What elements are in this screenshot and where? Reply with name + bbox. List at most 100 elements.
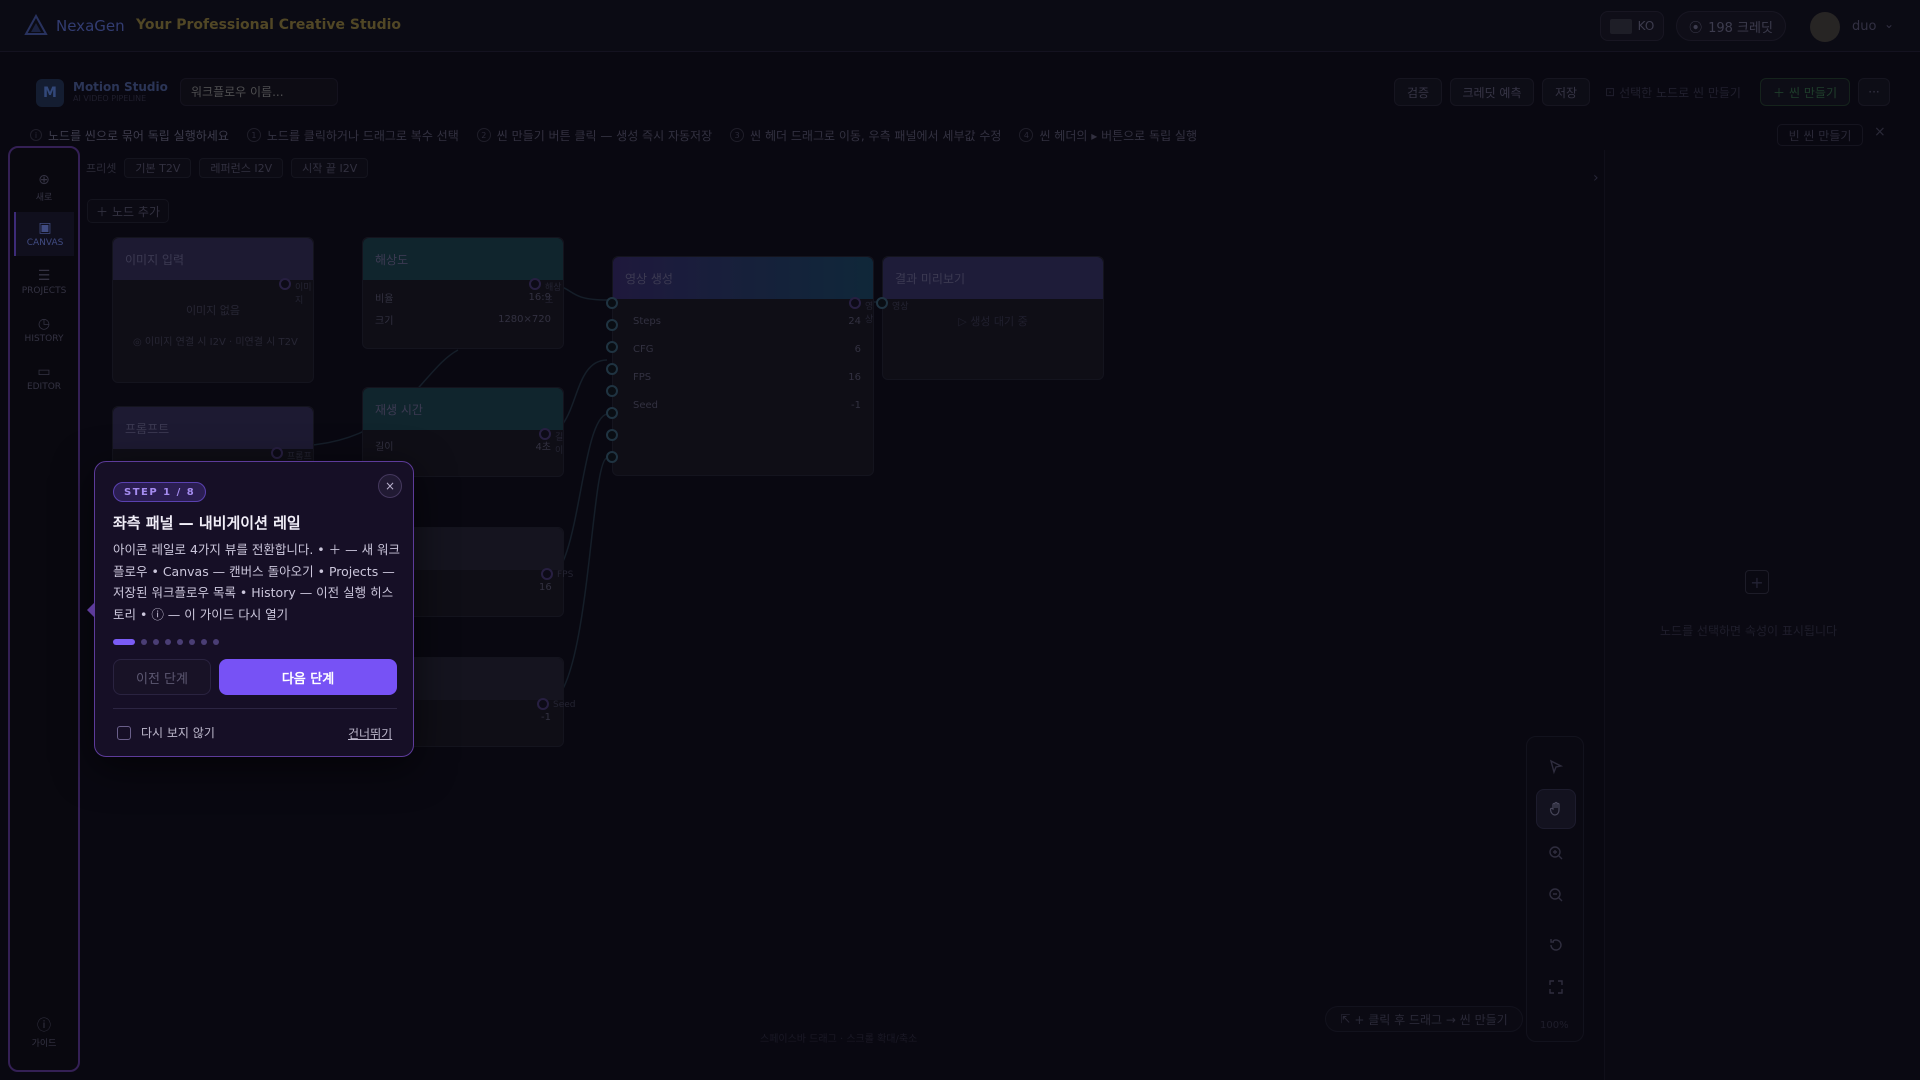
hand-tool-icon[interactable] [1536,789,1576,829]
canvas-toolbar [1526,736,1584,1042]
studio-name: Motion Studio [73,80,168,94]
make-scene-button[interactable]: ＋ 씬 만들기 [1760,78,1850,106]
chevron-down-icon[interactable]: ⌄ [1884,17,1894,31]
port-label: 길이 [555,433,564,456]
node-image-input[interactable]: 이미지 입력 이미지 없음 ◎ 이미지 연결 시 I2V · 미연결 시 T2V… [112,237,314,383]
node-title[interactable]: 영상 생성 [613,257,873,299]
output-port[interactable] [541,568,553,580]
input-port[interactable] [606,341,618,353]
rail-item-label: HISTORY [24,333,64,344]
make-scene-label: 씬 만들기 [1789,85,1837,100]
skip-link[interactable]: 건너뛰기 [348,725,392,742]
rail-item-label: CANVAS [26,237,64,248]
more-options-button[interactable]: ··· [1858,78,1890,106]
hint-step-text: 노드를 클릭하거나 드래그로 복수 선택 [266,128,459,143]
input-port[interactable] [876,297,888,309]
preset-reference-i2v[interactable]: 레퍼런스 I2V [199,158,284,178]
make-scene-from-selection-button[interactable]: ⊡ 선택한 노드로 씬 만들기 [1598,78,1748,106]
dont-show-again-option[interactable]: 다시 보지 않기 [117,724,215,741]
zoom-in-icon[interactable] [1536,833,1576,873]
save-button[interactable]: 저장 [1542,78,1590,106]
input-port[interactable] [606,297,618,309]
param-row[interactable]: 크기 1280×720 [363,308,563,330]
param-value: 16 [848,371,861,383]
input-port[interactable] [606,319,618,331]
param-row[interactable]: CFG 6 [613,335,873,363]
param-key: 길이 [375,441,394,453]
node-title[interactable]: 프롬프트 [113,407,313,449]
preset-start-end-i2v[interactable]: 시작 끝 I2V [291,158,369,178]
output-port[interactable] [539,428,551,440]
rail-item-new[interactable]: ⊕ 새로 [14,166,74,210]
node-title[interactable]: 이미지 입력 [113,238,313,280]
zoom-out-icon[interactable] [1536,875,1576,915]
param-value: 24 [848,315,861,327]
output-port[interactable] [849,297,861,309]
clock-icon: ◷ [37,315,51,332]
dont-show-again-checkbox[interactable] [117,725,131,740]
language-label: KO [1637,19,1655,33]
previous-step-button[interactable]: 이전 단계 [113,659,211,695]
film-icon: ▭ [37,363,51,380]
chevron-right-icon[interactable]: › [1593,170,1599,186]
language-switcher[interactable]: KO [1600,11,1664,41]
rail-item-history[interactable]: ◷ HISTORY [14,308,74,352]
credits-badge[interactable]: ⦿ 198 크레딧 [1676,11,1786,41]
hint-step-number: 2 [476,128,491,142]
add-node-button[interactable]: ＋ 노드 추가 [87,199,169,223]
param-value: -1 [851,399,861,411]
node-title[interactable]: 해상도 [363,238,563,280]
next-step-button[interactable]: 다음 단계 [219,659,397,695]
rail-item-guide[interactable]: ⓘ 가이드 [14,1012,74,1056]
input-port[interactable] [606,385,618,397]
node-title[interactable]: 결과 미리보기 [883,257,1103,299]
node-resolution[interactable]: 해상도 비율 16:9 크기 1280×720 해상도 [362,237,564,349]
node-title[interactable]: 재생 시간 [363,388,563,430]
workflow-name-input[interactable] [180,78,338,106]
input-port[interactable] [606,429,618,441]
close-icon[interactable]: × [1874,124,1886,140]
validate-button[interactable]: 검증 [1394,78,1442,106]
param-row[interactable]: FPS 16 [613,363,873,391]
empty-scene-button[interactable]: 빈 씬 만들기 [1777,124,1863,146]
param-row[interactable]: Seed -1 [613,391,873,419]
plus-icon: ＋ [96,204,109,219]
output-port[interactable] [279,278,291,290]
step-progress-dots [113,639,219,645]
close-icon[interactable]: × [378,474,402,498]
top-bar: NexaGen Your Professional Creative Studi… [0,0,1920,52]
credit-estimate-button[interactable]: 크레딧 예측 [1450,78,1534,106]
preset-bar: 프리셋 기본 T2V 레퍼런스 I2V 시작 끝 I2V [86,158,369,178]
tour-title: 좌측 패널 — 내비게이션 레일 [113,514,301,532]
select-tool-icon[interactable] [1536,747,1576,787]
input-port[interactable] [606,451,618,463]
rail-item-projects[interactable]: ☰ PROJECTS [14,260,74,304]
fullscreen-icon[interactable] [1536,967,1576,1007]
node-result-preview[interactable]: 결과 미리보기 ▷ 생성 대기 중 영상 [876,256,1104,380]
coin-icon: ⦿ [1689,20,1703,36]
divider [113,708,397,709]
param-row[interactable]: Steps 24 [613,307,873,335]
reset-view-icon[interactable] [1536,925,1576,965]
rail-item-canvas[interactable]: ▣ CANVAS [14,212,74,256]
param-row[interactable]: 길이 4초 [363,434,563,456]
hint-lead: 노드를 씬으로 묶어 독립 실행하세요 [48,128,229,143]
output-port[interactable] [271,447,283,459]
output-port[interactable] [537,698,549,710]
rail-item-editor[interactable]: ▭ EDITOR [14,356,74,400]
node-prompt[interactable]: 프롬프트 프롬프트 [112,406,314,475]
node-video-generation[interactable]: 영상 생성 Steps 24 CFG 6 FPS 16 Seed -1 영상 [606,256,874,476]
studio-subtitle: AI VIDEO PIPELINE [73,94,147,103]
username[interactable]: duo [1852,19,1876,34]
input-port[interactable] [606,407,618,419]
avatar[interactable] [1810,12,1840,42]
port-label: Seed [553,700,576,710]
output-port[interactable] [529,278,541,290]
tour-pointer-arrow [87,602,95,618]
brand-logo-icon[interactable] [24,14,48,36]
brand-name[interactable]: NexaGen [56,17,125,35]
preset-basic-t2v[interactable]: 기본 T2V [124,158,192,178]
input-port[interactable] [606,363,618,375]
onboarding-tour-dialog: STEP 1 / 8 × 좌측 패널 — 내비게이션 레일 아이콘 레일로 4가… [87,461,414,757]
plus-circle-icon: ⊕ [38,172,50,188]
